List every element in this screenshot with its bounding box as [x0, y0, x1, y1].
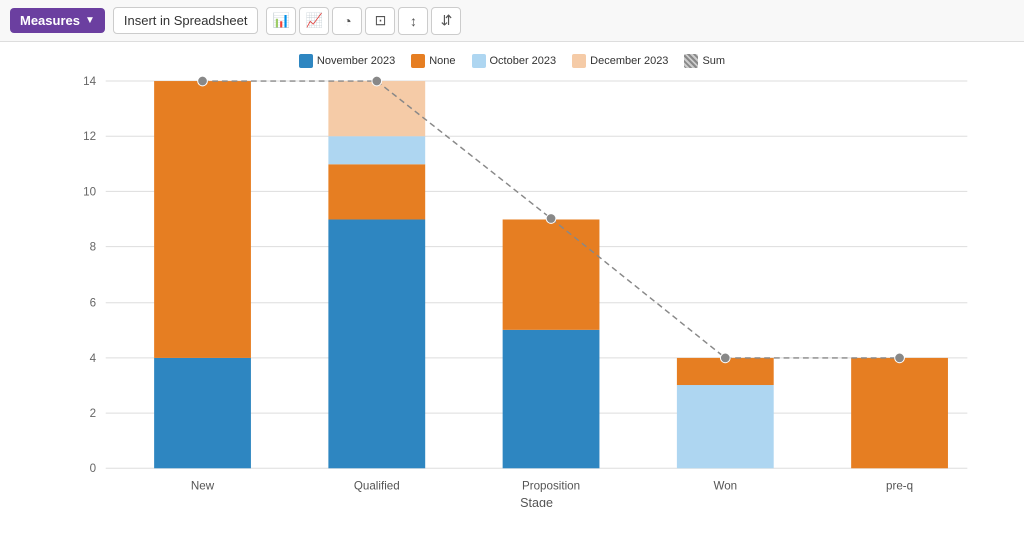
svg-text:14: 14: [83, 75, 96, 88]
sum-dot-qualified: [372, 76, 382, 86]
bar-qualified-november: [328, 219, 425, 468]
legend-december-label: December 2023: [590, 55, 668, 67]
legend-sum-label: Sum: [702, 55, 725, 67]
legend-november: November 2023: [299, 54, 395, 68]
table-button[interactable]: ⊡: [365, 7, 395, 35]
chevron-down-icon: ▼: [85, 15, 95, 26]
line-chart-icon: 📈: [306, 12, 323, 29]
bar-qualified-october: [328, 136, 425, 164]
october-swatch: [472, 54, 486, 68]
december-swatch: [572, 54, 586, 68]
pie-chart-button[interactable]: ◔: [332, 7, 362, 35]
insert-label: Insert in Spreadsheet: [124, 13, 248, 28]
sort-asc-button[interactable]: ↕: [398, 7, 428, 35]
bar-new-none: [154, 81, 251, 358]
svg-text:4: 4: [90, 352, 97, 365]
sort-asc-icon: ↕: [410, 13, 417, 29]
legend-october-label: October 2023: [490, 55, 557, 67]
none-swatch: [411, 54, 425, 68]
svg-text:2: 2: [90, 407, 96, 420]
chart-type-buttons: 📊 📈 ◔ ⊡ ↕ ⇵: [266, 7, 461, 35]
measures-button[interactable]: Measures ▼: [10, 8, 105, 33]
legend-sum: Sum: [684, 54, 725, 68]
bar-new-november: [154, 358, 251, 468]
sum-swatch: [684, 54, 698, 68]
sum-dot-proposition: [546, 214, 556, 224]
line-chart-button[interactable]: 📈: [299, 7, 329, 35]
bar-qualified-none: [328, 164, 425, 219]
sort-desc-icon: ⇵: [441, 12, 453, 29]
svg-text:8: 8: [90, 240, 96, 253]
x-axis-title: Stage: [520, 496, 553, 507]
pie-chart-icon: ◔: [343, 13, 351, 29]
x-label-won: Won: [713, 480, 737, 493]
toolbar: Measures ▼ Insert in Spreadsheet 📊 📈 ◔ ⊡…: [0, 0, 1024, 42]
table-icon: ⊡: [375, 12, 387, 29]
x-label-qualified: Qualified: [354, 480, 400, 493]
svg-text:0: 0: [90, 462, 96, 475]
x-label-proposition: Proposition: [522, 480, 580, 493]
svg-text:6: 6: [90, 297, 96, 310]
bar-won-october: [677, 385, 774, 468]
sum-dot-preq: [895, 353, 905, 363]
chart-legend: November 2023 None October 2023 December…: [0, 54, 1024, 68]
x-label-preq: pre-q: [886, 480, 913, 493]
svg-text:12: 12: [83, 130, 96, 143]
svg-text:10: 10: [83, 185, 96, 198]
insert-spreadsheet-button[interactable]: Insert in Spreadsheet: [113, 7, 259, 34]
bar-proposition-november: [503, 330, 600, 468]
legend-october: October 2023: [472, 54, 557, 68]
x-label-new: New: [191, 480, 215, 493]
bar-chart-icon: 📊: [273, 12, 290, 29]
bar-chart: 0 2 4 6 8 10 12 14: [40, 52, 1004, 507]
chart-container: November 2023 None October 2023 December…: [0, 42, 1024, 547]
sort-desc-button[interactable]: ⇵: [431, 7, 461, 35]
bar-proposition-none: [503, 219, 600, 329]
sum-dot-new: [198, 76, 208, 86]
november-swatch: [299, 54, 313, 68]
legend-november-label: November 2023: [317, 55, 395, 67]
legend-december: December 2023: [572, 54, 668, 68]
sum-dot-won: [720, 353, 730, 363]
measures-label: Measures: [20, 13, 80, 28]
legend-none: None: [411, 54, 455, 68]
bar-chart-button[interactable]: 📊: [266, 7, 296, 35]
bar-preq-none: [851, 358, 948, 468]
legend-none-label: None: [429, 55, 455, 67]
